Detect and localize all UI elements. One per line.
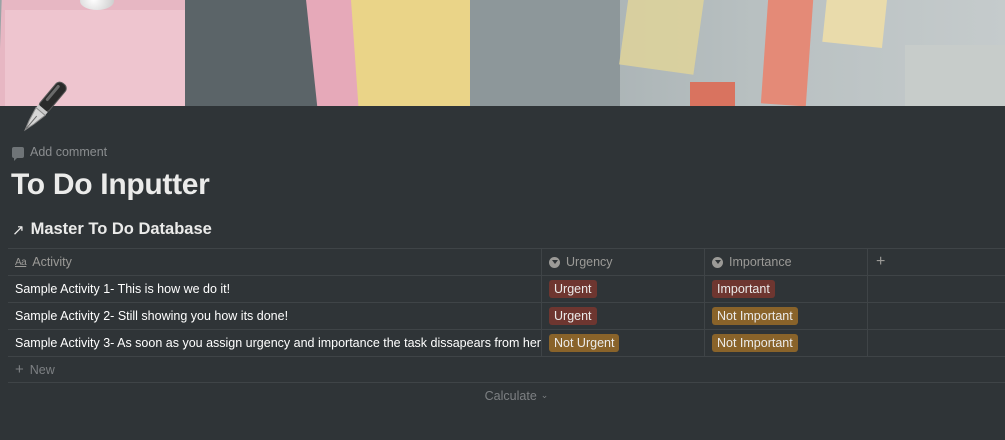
cover-cream-note bbox=[619, 0, 706, 75]
importance-cell[interactable]: Important bbox=[705, 276, 868, 302]
linked-database-title[interactable]: ↗ Master To Do Database bbox=[12, 220, 212, 239]
column-header-label: Activity bbox=[32, 255, 72, 269]
add-comment-label: Add comment bbox=[30, 145, 108, 159]
select-property-icon bbox=[712, 256, 723, 268]
database-title-label: Master To Do Database bbox=[30, 220, 212, 238]
activity-cell[interactable]: Sample Activity 3- As soon as you assign… bbox=[8, 330, 542, 356]
calculate-label: Calculate bbox=[484, 388, 537, 403]
table-row[interactable]: Sample Activity 3- As soon as you assign… bbox=[8, 329, 1005, 356]
empty-cell bbox=[868, 330, 1005, 356]
empty-cell bbox=[868, 276, 1005, 302]
text-property-icon: Aa bbox=[15, 256, 27, 268]
cover-grey-board bbox=[470, 0, 620, 106]
urgency-tag: Not Urgent bbox=[549, 334, 620, 352]
plus-icon: + bbox=[876, 253, 886, 270]
column-header-importance[interactable]: Importance bbox=[705, 249, 868, 275]
add-property-button[interactable]: + bbox=[868, 249, 1005, 275]
plus-icon: + bbox=[15, 361, 24, 378]
importance-cell[interactable]: Not Important bbox=[705, 330, 868, 356]
calculate-button[interactable]: Calculate ⌄ bbox=[8, 382, 1005, 408]
database-table: Aa Activity Urgency Importance + Sample … bbox=[8, 248, 1005, 408]
urgency-cell[interactable]: Urgent bbox=[542, 303, 705, 329]
cover-red-note bbox=[690, 82, 735, 106]
column-header-activity[interactable]: Aa Activity bbox=[8, 249, 542, 275]
column-header-label: Urgency bbox=[566, 255, 613, 269]
new-row-label: New bbox=[29, 362, 55, 377]
importance-tag: Not Important bbox=[712, 334, 798, 352]
fountain-pen-icon[interactable] bbox=[8, 72, 78, 142]
cover-light-grey-area bbox=[905, 45, 1005, 106]
comment-icon bbox=[12, 146, 24, 161]
column-header-urgency[interactable]: Urgency bbox=[542, 249, 705, 275]
activity-cell[interactable]: Sample Activity 2- Still showing you how… bbox=[8, 303, 542, 329]
chevron-down-icon: ⌄ bbox=[540, 390, 549, 400]
table-header-row: Aa Activity Urgency Importance + bbox=[8, 248, 1005, 275]
urgency-tag: Urgent bbox=[549, 280, 597, 298]
importance-tag: Not Important bbox=[712, 307, 798, 325]
urgency-tag: Urgent bbox=[549, 307, 597, 325]
select-property-icon bbox=[549, 256, 560, 268]
activity-cell[interactable]: Sample Activity 1- This is how we do it! bbox=[8, 276, 542, 302]
cover-yellow-note bbox=[350, 0, 480, 106]
cover-dark-area bbox=[185, 0, 325, 106]
new-row-button[interactable]: + New bbox=[8, 356, 1005, 382]
table-row[interactable]: Sample Activity 1- This is how we do it!… bbox=[8, 275, 1005, 302]
table-row[interactable]: Sample Activity 2- Still showing you how… bbox=[8, 302, 1005, 329]
urgency-cell[interactable]: Urgent bbox=[542, 276, 705, 302]
cover-coral-note bbox=[760, 0, 815, 106]
column-header-label: Importance bbox=[729, 255, 792, 269]
importance-tag: Important bbox=[712, 280, 775, 298]
urgency-cell[interactable]: Not Urgent bbox=[542, 330, 705, 356]
add-comment-button[interactable]: Add comment bbox=[12, 143, 107, 161]
page-title[interactable]: To Do Inputter bbox=[11, 168, 210, 202]
page-cover-image[interactable] bbox=[0, 0, 1005, 106]
cover-light-note bbox=[822, 0, 888, 48]
link-arrow-icon: ↗ bbox=[12, 221, 25, 239]
empty-cell bbox=[868, 303, 1005, 329]
importance-cell[interactable]: Not Important bbox=[705, 303, 868, 329]
